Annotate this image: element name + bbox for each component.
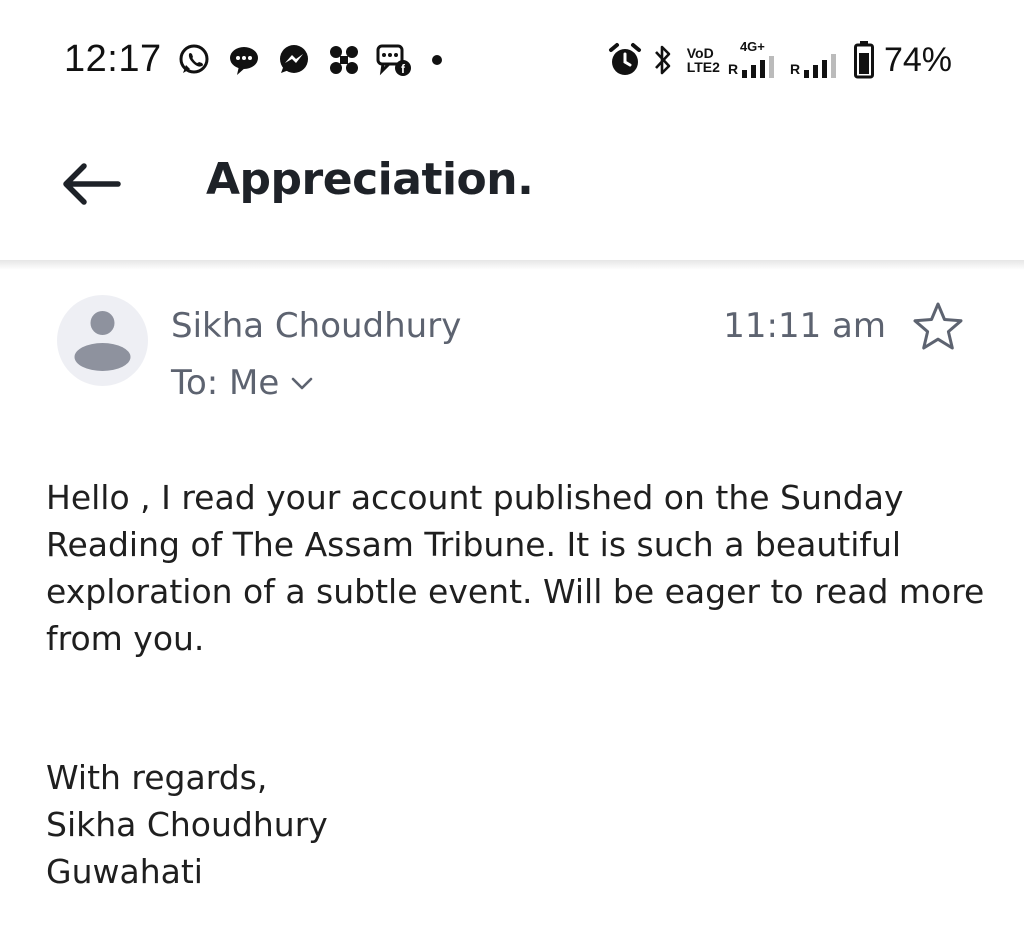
- message-signature: With regards, Sikha Choudhury Guwahati: [46, 754, 328, 895]
- signature-line: Guwahati: [46, 852, 203, 891]
- back-button[interactable]: [48, 146, 132, 222]
- sender-name[interactable]: Sikha Choudhury: [171, 306, 461, 346]
- signal-sim2-icon: R: [786, 40, 846, 80]
- message-time: 11:11 am: [723, 306, 886, 346]
- app-bar-divider: [0, 260, 1024, 270]
- person-avatar-icon: [74, 311, 131, 371]
- star-outline-icon: [913, 302, 963, 350]
- back-arrow-icon: [63, 163, 121, 205]
- chat-bubble-icon: [226, 42, 262, 78]
- email-subject: Appreciation.: [206, 154, 534, 205]
- more-notifications-dot-icon: [432, 55, 442, 65]
- chevron-down-icon: [292, 377, 313, 390]
- message-body-text: Hello , I read your account published on…: [46, 478, 985, 658]
- app-bar: Appreciation.: [0, 120, 1024, 260]
- battery-icon: [853, 40, 874, 80]
- signature-line: Sikha Choudhury: [46, 805, 328, 844]
- recipient-label: To: Me: [171, 363, 280, 403]
- status-bar: 12:17 f VoD LTE2 4G+ R R 74%: [0, 0, 1024, 120]
- star-button[interactable]: [910, 300, 966, 354]
- system-icons: VoD LTE2 4G+ R R 74%: [607, 38, 952, 82]
- notification-icons: f: [176, 40, 442, 80]
- alarm-icon: [607, 40, 643, 80]
- whatsapp-icon: [176, 42, 212, 78]
- recipient-toggle[interactable]: To: Me: [171, 363, 315, 403]
- bluetooth-icon: [651, 40, 675, 80]
- sender-avatar[interactable]: [57, 295, 148, 386]
- message-body: Hello , I read your account published on…: [46, 474, 986, 662]
- sms-icon: f: [376, 42, 412, 78]
- signature-line: With regards,: [46, 758, 268, 797]
- status-time: 12:17: [64, 38, 162, 80]
- app-grid-icon: [326, 42, 362, 78]
- volte-icon: VoD LTE2: [686, 45, 720, 75]
- messenger-icon: [276, 42, 312, 78]
- battery-percent: 74%: [883, 40, 952, 79]
- signal-4g-icon: 4G+ R: [728, 40, 778, 80]
